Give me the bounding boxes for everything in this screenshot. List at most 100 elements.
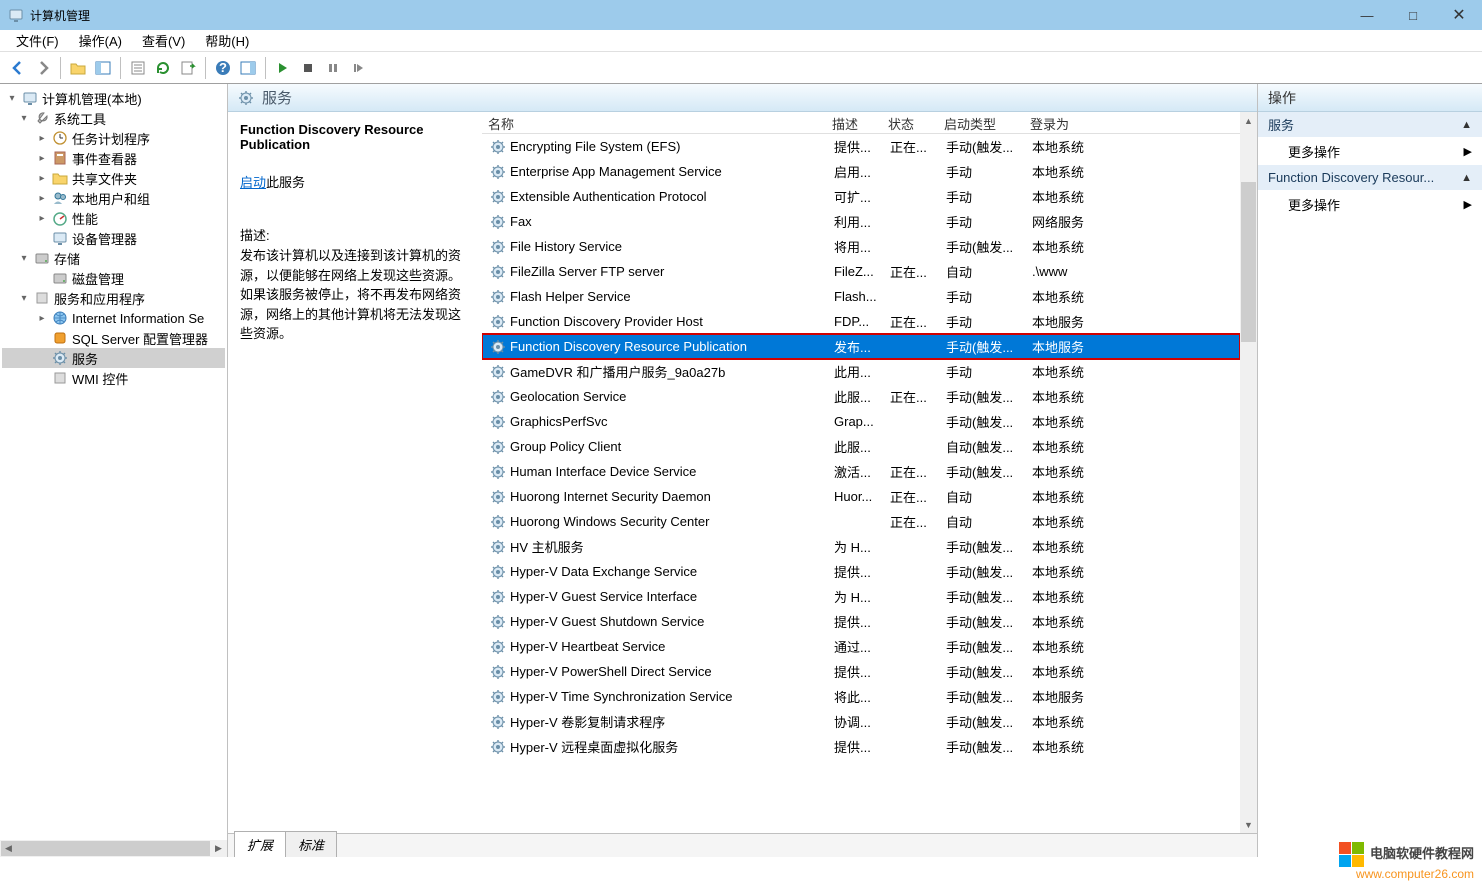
- properties-button[interactable]: [126, 56, 150, 80]
- service-row[interactable]: Huorong Windows Security Center正在...自动本地…: [482, 509, 1240, 534]
- tree-services[interactable]: 服务: [2, 348, 225, 368]
- titlebar: 计算机管理 — □ ✕: [0, 0, 1482, 30]
- service-logon: 本地系统: [1026, 285, 1116, 308]
- service-logon: 本地服务: [1026, 310, 1116, 333]
- tree-storage[interactable]: ▾存储: [2, 248, 225, 268]
- center-title: 服务: [262, 87, 292, 108]
- service-state: [884, 620, 940, 624]
- selected-service-title: Function Discovery Resource Publication: [240, 122, 470, 152]
- scroll-left-icon[interactable]: ◀: [0, 840, 17, 857]
- tree-shared-folders[interactable]: ▸共享文件夹: [2, 168, 225, 188]
- tree-wmi[interactable]: WMI 控件: [2, 368, 225, 388]
- show-hide-tree-button[interactable]: [91, 56, 115, 80]
- start-service-link[interactable]: 启动: [240, 175, 266, 190]
- service-row[interactable]: Extensible Authentication Protocol可扩...手…: [482, 184, 1240, 209]
- minimize-button[interactable]: —: [1344, 0, 1390, 30]
- service-desc: 提供...: [828, 135, 884, 158]
- service-row[interactable]: Hyper-V Data Exchange Service提供...手动(触发.…: [482, 559, 1240, 584]
- col-logon[interactable]: 登录为: [1024, 112, 1114, 133]
- scroll-right-icon[interactable]: ▶: [210, 840, 227, 857]
- service-name: Hyper-V 远程桌面虚拟化服务: [510, 737, 678, 756]
- col-name[interactable]: 名称: [482, 112, 826, 133]
- tree-disk-management[interactable]: 磁盘管理: [2, 268, 225, 288]
- col-desc[interactable]: 描述: [826, 112, 882, 133]
- export-button[interactable]: [176, 56, 200, 80]
- actions-section-services[interactable]: 服务 ▲: [1258, 112, 1482, 137]
- tree-root[interactable]: ▾计算机管理(本地): [2, 88, 225, 108]
- tree-performance[interactable]: ▸性能: [2, 208, 225, 228]
- service-name: Extensible Authentication Protocol: [510, 189, 707, 204]
- menu-view[interactable]: 查看(V): [132, 29, 195, 52]
- watermark-line2: www.computer26.com: [1339, 867, 1474, 881]
- tab-standard[interactable]: 标准: [285, 831, 337, 857]
- service-row[interactable]: Hyper-V Guest Service Interface为 H...手动(…: [482, 584, 1240, 609]
- col-startup[interactable]: 启动类型: [938, 112, 1024, 133]
- tree-hscrollbar[interactable]: ◀ ▶: [0, 840, 227, 857]
- service-name: Fax: [510, 214, 532, 229]
- scroll-thumb[interactable]: [1, 841, 210, 856]
- scroll-down-icon[interactable]: ▼: [1240, 816, 1257, 833]
- menu-file[interactable]: 文件(F): [6, 29, 69, 52]
- refresh-button[interactable]: [151, 56, 175, 80]
- service-row[interactable]: Flash Helper ServiceFlash...手动本地系统: [482, 284, 1240, 309]
- tree-local-users[interactable]: ▸本地用户和组: [2, 188, 225, 208]
- up-button[interactable]: [66, 56, 90, 80]
- service-row[interactable]: GraphicsPerfSvcGrap...手动(触发...本地系统: [482, 409, 1240, 434]
- service-row[interactable]: HV 主机服务为 H...手动(触发...本地系统: [482, 534, 1240, 559]
- service-row[interactable]: Hyper-V Heartbeat Service通过...手动(触发...本地…: [482, 634, 1240, 659]
- service-row[interactable]: Group Policy Client此服...自动(触发...本地系统: [482, 434, 1240, 459]
- tree-sql[interactable]: SQL Server 配置管理器: [2, 328, 225, 348]
- service-row[interactable]: Hyper-V Time Synchronization Service将此..…: [482, 684, 1240, 709]
- forward-button[interactable]: [31, 56, 55, 80]
- tab-extended[interactable]: 扩展: [234, 831, 286, 857]
- help-button[interactable]: ?: [211, 56, 235, 80]
- service-row[interactable]: Enterprise App Management Service启用...手动…: [482, 159, 1240, 184]
- tree-event-viewer[interactable]: ▸事件查看器: [2, 148, 225, 168]
- service-startup: 手动(触发...: [940, 410, 1026, 433]
- service-desc: 此用...: [828, 360, 884, 383]
- actions-section-selected[interactable]: Function Discovery Resour... ▲: [1258, 165, 1482, 190]
- col-state[interactable]: 状态: [882, 112, 938, 133]
- service-row[interactable]: Human Interface Device Service激活...正在...…: [482, 459, 1240, 484]
- restart-service-button[interactable]: [346, 56, 370, 80]
- scroll-thumb[interactable]: [1241, 182, 1256, 342]
- service-state: [884, 745, 940, 749]
- service-name: Encrypting File System (EFS): [510, 139, 681, 154]
- service-row[interactable]: Fax利用...手动网络服务: [482, 209, 1240, 234]
- menu-action[interactable]: 操作(A): [69, 29, 132, 52]
- scroll-up-icon[interactable]: ▲: [1240, 112, 1257, 129]
- service-startup: 手动(触发...: [940, 685, 1026, 708]
- service-name: GameDVR 和广播用户服务_9a0a27b: [510, 362, 725, 381]
- tree-device-manager[interactable]: 设备管理器: [2, 228, 225, 248]
- service-row[interactable]: Function Discovery Provider HostFDP...正在…: [482, 309, 1240, 334]
- actions-more-1[interactable]: 更多操作 ▶: [1258, 137, 1482, 165]
- list-vscrollbar[interactable]: ▲ ▼: [1240, 112, 1257, 833]
- service-state: 正在...: [884, 135, 940, 158]
- service-row[interactable]: Hyper-V PowerShell Direct Service提供...手动…: [482, 659, 1240, 684]
- description-label: 描述:: [240, 225, 470, 244]
- service-row[interactable]: Huorong Internet Security DaemonHuor...正…: [482, 484, 1240, 509]
- start-service-button[interactable]: [271, 56, 295, 80]
- pause-service-button[interactable]: [321, 56, 345, 80]
- service-row[interactable]: Geolocation Service此服...正在...手动(触发...本地系…: [482, 384, 1240, 409]
- service-row[interactable]: GameDVR 和广播用户服务_9a0a27b此用...手动本地系统: [482, 359, 1240, 384]
- menu-help[interactable]: 帮助(H): [195, 29, 259, 52]
- stop-service-button[interactable]: [296, 56, 320, 80]
- close-button[interactable]: ✕: [1436, 0, 1482, 30]
- service-row[interactable]: Function Discovery Resource Publication发…: [482, 334, 1240, 359]
- service-row[interactable]: Hyper-V 卷影复制请求程序协调...手动(触发...本地系统: [482, 709, 1240, 734]
- tree-iis[interactable]: ▸Internet Information Se: [2, 308, 225, 328]
- back-button[interactable]: [6, 56, 30, 80]
- actions-more-2[interactable]: 更多操作 ▶: [1258, 190, 1482, 218]
- service-row[interactable]: Hyper-V Guest Shutdown Service提供...手动(触发…: [482, 609, 1240, 634]
- service-row[interactable]: Hyper-V 远程桌面虚拟化服务提供...手动(触发...本地系统: [482, 734, 1240, 759]
- tree-services-apps[interactable]: ▾服务和应用程序: [2, 288, 225, 308]
- service-row[interactable]: Encrypting File System (EFS)提供...正在...手动…: [482, 134, 1240, 159]
- tree-task-scheduler[interactable]: ▸任务计划程序: [2, 128, 225, 148]
- window-title: 计算机管理: [30, 7, 90, 24]
- show-hide-action-button[interactable]: [236, 56, 260, 80]
- tree-system-tools[interactable]: ▾系统工具: [2, 108, 225, 128]
- service-row[interactable]: File History Service将用...手动(触发...本地系统: [482, 234, 1240, 259]
- service-row[interactable]: FileZilla Server FTP serverFileZ...正在...…: [482, 259, 1240, 284]
- maximize-button[interactable]: □: [1390, 0, 1436, 30]
